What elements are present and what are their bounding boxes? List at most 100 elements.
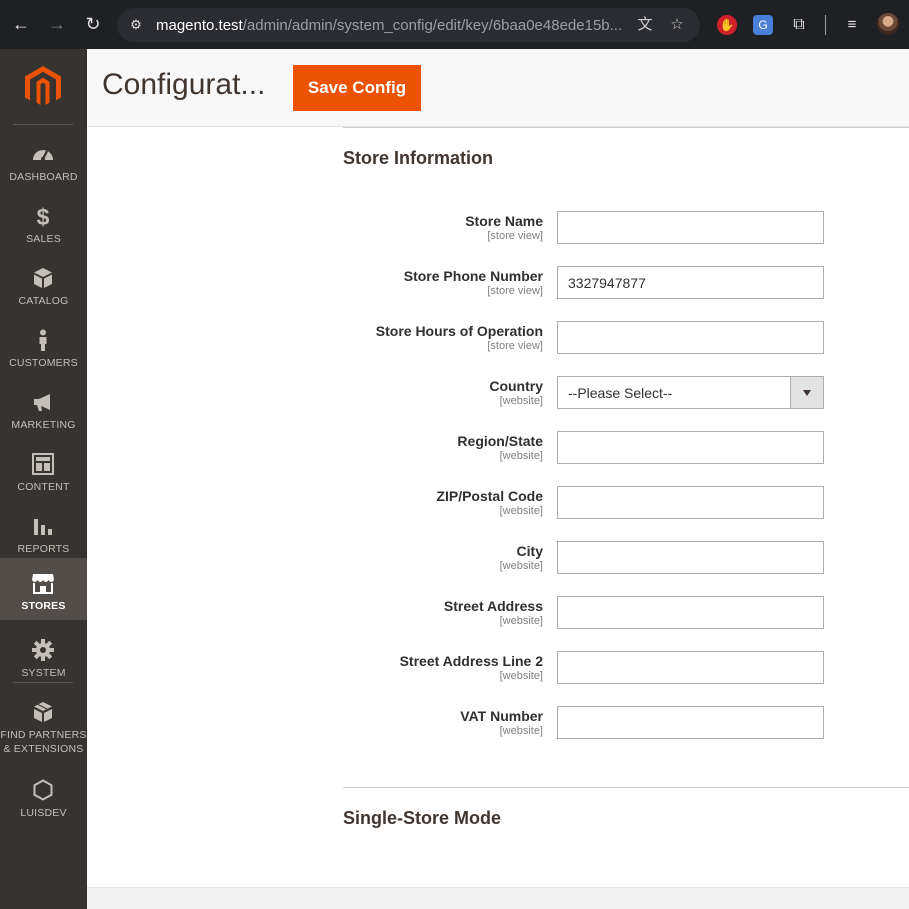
gear-icon [32,639,54,661]
sidebar-item-label: CONTENT [17,481,70,493]
section-title-store-information[interactable]: Store Information [343,148,493,169]
sidebar-item-label: DASHBOARD [9,171,78,183]
field-scope: [website] [499,505,543,517]
vat-number-input[interactable] [557,706,824,739]
media-playlist-icon[interactable]: ≡ [842,15,862,35]
sidebar-item-catalog[interactable]: CATALOG [0,253,87,315]
country-select-value: --Please Select-- [568,385,673,401]
field-scope: [website] [499,615,543,627]
box-icon [34,268,52,288]
sidebar-item-label: LUISDEV [20,807,67,819]
site-settings-icon[interactable]: ⚙ [127,16,145,34]
section-divider [343,127,909,128]
field-label-text: Street Address [443,598,543,614]
logo-divider [13,124,73,125]
sidebar-item-system[interactable]: SYSTEM [0,625,87,687]
store-name-input[interactable] [557,211,824,244]
page-header: Configurat... Save Config [87,49,909,127]
country-select[interactable]: --Please Select-- [557,376,824,409]
field-label-text: ZIP/Postal Code [436,488,543,504]
field-label-store-hours: Store Hours of Operation [store view] [376,322,543,352]
field-label-text: Street Address Line 2 [399,653,543,669]
sidebar-item-find-partners[interactable]: FIND PARTNERS & EXTENSIONS [0,687,87,767]
sidebar-item-luisdev[interactable]: LUISDEV [0,765,87,827]
field-scope: [store view] [487,230,543,242]
field-label-store-name: Store Name [store view] [465,212,543,242]
hexagon-icon [33,779,53,801]
sidebar-item-stores[interactable]: STORES [0,558,87,620]
profile-avatar[interactable] [877,13,899,35]
url-path: /admin/admin/system_config/edit/key/6baa… [242,17,623,34]
sidebar-item-reports[interactable]: REPORTS [0,501,87,563]
section-title-single-store-mode[interactable]: Single-Store Mode [343,808,501,829]
sidebar-item-label: SYSTEM [21,667,66,679]
save-config-button[interactable]: Save Config [293,65,421,111]
field-label-text: Country [489,378,543,394]
field-label-zip: ZIP/Postal Code [website] [436,487,543,517]
sidebar-item-content[interactable]: CONTENT [0,439,87,501]
sidebar-item-label: MARKETING [11,419,76,431]
field-label-text: Store Hours of Operation [375,323,543,339]
browser-toolbar: ← → ↻ ⚙ magento.test/admin/admin/system_… [0,0,909,49]
sidebar-item-marketing[interactable]: MARKETING [0,377,87,439]
field-label-vat: VAT Number [website] [460,707,543,737]
street-address-input[interactable] [557,596,824,629]
store-phone-input[interactable] [557,266,824,299]
zip-postal-code-input[interactable] [557,486,824,519]
sidebar-item-label-line2: & EXTENSIONS [3,743,84,755]
magento-logo-icon[interactable] [25,66,61,108]
dropdown-arrow-icon[interactable] [790,377,823,408]
field-scope: [website] [499,450,543,462]
sidebar-item-sales[interactable]: $ SALES [0,191,87,253]
sidebar-item-label: CATALOG [18,295,69,307]
address-bar[interactable]: ⚙ magento.test/admin/admin/system_config… [117,8,700,42]
field-label-country: Country [website] [489,377,543,407]
field-label-street-address-2: Street Address Line 2 [website] [400,652,543,682]
url-host: magento.test [156,17,243,34]
sidebar-item-label: SALES [26,233,61,245]
forward-arrow-icon[interactable]: → [45,12,69,36]
field-scope: [store view] [487,340,543,352]
sidebar-item-label: FIND PARTNERS [0,729,87,741]
field-label-region: Region/State [website] [457,432,543,462]
reload-icon[interactable]: ↻ [81,12,105,36]
field-label-text: Store Name [465,213,543,229]
dashboard-icon [33,150,53,161]
sidebar-item-dashboard[interactable]: DASHBOARD [0,129,87,191]
extensions-puzzle-icon[interactable]: ⧉ [789,15,809,35]
city-input[interactable] [557,541,824,574]
field-scope: [website] [499,395,543,407]
person-icon [39,329,47,351]
section-divider [343,787,909,788]
google-translate-extension-icon[interactable]: G [753,15,773,35]
dollar-icon: $ [37,205,50,227]
blocks-icon [34,702,52,722]
sidebar-item-customers[interactable]: CUSTOMERS [0,315,87,377]
url-text[interactable]: magento.test/admin/admin/system_config/e… [156,17,626,34]
back-arrow-icon[interactable]: ← [9,12,33,36]
region-state-input[interactable] [557,431,824,464]
star-bookmark-icon[interactable]: ☆ [668,16,686,34]
sidebar-item-label: STORES [21,600,66,612]
sidebar-item-label: REPORTS [17,543,70,555]
layout-icon [32,453,54,475]
sidebar-item-label: CUSTOMERS [9,357,78,369]
page-title: Configurat... [102,68,266,101]
field-scope: [website] [499,670,543,682]
field-label-text: VAT Number [460,708,543,724]
megaphone-icon [34,394,50,411]
field-scope: [store view] [487,285,543,297]
store-hours-input[interactable] [557,321,824,354]
street-address-line2-input[interactable] [557,651,824,684]
field-label-text: Store Phone Number [403,268,543,284]
ad-blocker-extension-icon[interactable]: ✋ [717,15,737,35]
translate-icon[interactable]: 文 [636,16,654,34]
bar-chart-icon [34,519,52,535]
menu-divider [13,682,73,683]
footer-bar [87,887,909,909]
field-label-text: City [516,543,543,559]
field-scope: [website] [499,725,543,737]
field-label-city: City [website] [500,542,543,572]
field-label-street-address: Street Address [website] [444,597,543,627]
field-label-store-phone: Store Phone Number [store view] [404,267,543,297]
